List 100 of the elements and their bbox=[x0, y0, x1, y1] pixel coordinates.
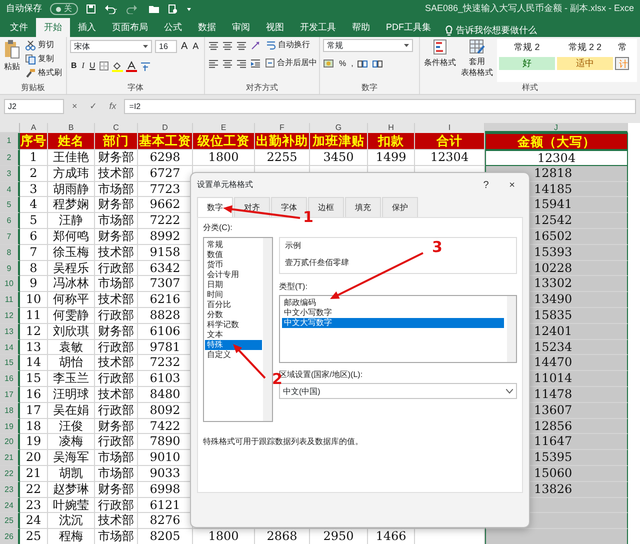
comma-button[interactable]: , bbox=[350, 58, 354, 70]
row-header[interactable]: 7 bbox=[0, 228, 20, 245]
align-middle-icon[interactable] bbox=[222, 40, 233, 50]
borders-icon[interactable] bbox=[99, 61, 110, 71]
decrease-decimal-icon[interactable] bbox=[372, 59, 384, 69]
row-header[interactable]: 15 bbox=[0, 355, 20, 372]
wrap-text-button[interactable]: 自动换行 bbox=[265, 39, 311, 51]
row-header[interactable]: 14 bbox=[0, 340, 20, 356]
dialog-tab[interactable]: 填充 bbox=[345, 197, 381, 217]
ribbon-tab[interactable]: 开始 bbox=[36, 18, 70, 37]
list-item[interactable]: 会计专用 bbox=[205, 270, 262, 280]
row-header[interactable]: 16 bbox=[0, 371, 20, 387]
row-header[interactable]: 4 bbox=[0, 182, 20, 198]
list-item[interactable]: 常规 bbox=[205, 240, 262, 250]
bold-button[interactable]: B bbox=[70, 60, 78, 72]
align-bottom-icon[interactable] bbox=[236, 40, 247, 50]
decrease-indent-icon[interactable] bbox=[250, 58, 261, 68]
autosave-toggle[interactable]: 关 bbox=[50, 3, 78, 15]
style-tile[interactable]: 常 bbox=[615, 41, 629, 54]
phonetic-icon[interactable] bbox=[140, 60, 152, 72]
row-header[interactable]: 10 bbox=[0, 276, 20, 292]
redo-icon[interactable] bbox=[126, 4, 140, 14]
row-header[interactable]: 1 bbox=[0, 133, 20, 150]
format-painter-button[interactable]: 格式刷 bbox=[24, 67, 63, 79]
ribbon-tab[interactable]: 页面布局 bbox=[104, 18, 156, 37]
row-header[interactable]: 5 bbox=[0, 197, 20, 214]
conditional-formatting-button[interactable]: 条件格式 bbox=[423, 39, 457, 82]
row-header[interactable]: 9 bbox=[0, 260, 20, 276]
ribbon-tab[interactable]: 文件 bbox=[2, 18, 36, 37]
save-icon[interactable] bbox=[86, 4, 96, 14]
format-as-table-button[interactable]: 套用 表格格式 bbox=[460, 39, 494, 82]
shrink-font-button[interactable]: A bbox=[192, 40, 200, 54]
list-item[interactable]: 中文大写数字 bbox=[282, 318, 504, 328]
row-header[interactable]: 12 bbox=[0, 308, 20, 324]
list-item[interactable]: 时间 bbox=[205, 290, 262, 300]
fill-color-icon[interactable] bbox=[112, 60, 124, 72]
list-item[interactable]: 百分比 bbox=[205, 300, 262, 310]
italic-button[interactable]: I bbox=[80, 60, 86, 72]
dialog-tab[interactable]: 对齐 bbox=[234, 197, 270, 217]
align-center-icon[interactable] bbox=[222, 58, 233, 68]
undo-icon[interactable] bbox=[104, 4, 118, 14]
percent-button[interactable]: % bbox=[338, 58, 348, 70]
ribbon-tab[interactable]: 帮助 bbox=[344, 18, 378, 37]
column-header[interactable]: A bbox=[20, 123, 48, 133]
list-item[interactable]: 日期 bbox=[205, 280, 262, 290]
locale-dropdown[interactable]: 中文(中国) bbox=[279, 383, 517, 399]
tablet-icon[interactable] bbox=[168, 4, 178, 14]
row-header[interactable]: 3 bbox=[0, 166, 20, 182]
row-header[interactable]: 17 bbox=[0, 386, 20, 403]
ribbon-tab[interactable]: 插入 bbox=[70, 18, 104, 37]
orientation-icon[interactable] bbox=[250, 40, 262, 50]
grow-font-button[interactable]: A bbox=[180, 39, 189, 54]
merge-center-button[interactable]: 合并后居中 bbox=[264, 57, 318, 69]
column-header[interactable]: D bbox=[138, 123, 193, 133]
list-item[interactable]: 科学记数 bbox=[205, 320, 262, 330]
list-item[interactable]: 特殊 bbox=[205, 340, 262, 350]
ribbon-tab[interactable]: PDF工具集 bbox=[378, 18, 439, 37]
dialog-tab[interactable]: 保护 bbox=[382, 197, 418, 217]
align-right-icon[interactable] bbox=[236, 58, 247, 68]
column-header[interactable]: G bbox=[310, 123, 368, 133]
row-header[interactable]: 11 bbox=[0, 292, 20, 308]
tell-me-search[interactable]: 告诉我你想要做什么 bbox=[456, 24, 537, 37]
column-header[interactable]: J bbox=[485, 123, 628, 133]
scrollbar[interactable] bbox=[263, 238, 272, 421]
ribbon-tab[interactable]: 审阅 bbox=[224, 18, 258, 37]
row-header[interactable]: 21 bbox=[0, 450, 20, 466]
category-list[interactable]: 常规 数值 货币 会计专用 日期 时间 百分比 分数 科学记数 文本 特殊 自定义 bbox=[203, 237, 273, 422]
cancel-button[interactable]: × bbox=[68, 100, 82, 114]
list-item[interactable]: 自定义 bbox=[205, 350, 262, 360]
list-item[interactable]: 数值 bbox=[205, 250, 262, 260]
row-header[interactable]: 25 bbox=[0, 513, 20, 530]
enter-button[interactable]: ✓ bbox=[85, 100, 102, 114]
row-header[interactable]: 18 bbox=[0, 402, 20, 419]
row-header[interactable]: 23 bbox=[0, 482, 20, 498]
row-header[interactable]: 2 bbox=[0, 150, 20, 166]
ribbon-tab[interactable]: 数据 bbox=[190, 18, 224, 37]
insert-function-button[interactable]: fx bbox=[105, 100, 120, 114]
font-size-field[interactable]: 16 bbox=[155, 40, 177, 53]
list-item[interactable]: 文本 bbox=[205, 330, 262, 340]
formula-field[interactable]: =I2 bbox=[124, 99, 636, 114]
name-box[interactable]: J2 bbox=[4, 99, 64, 114]
row-header[interactable]: 19 bbox=[0, 418, 20, 434]
font-color-icon[interactable] bbox=[126, 60, 138, 72]
currency-icon[interactable] bbox=[323, 59, 335, 69]
type-list[interactable]: 邮政编码 中文小写数字 中文大写数字 bbox=[279, 295, 517, 363]
ribbon-tab[interactable]: 视图 bbox=[258, 18, 292, 37]
row-header[interactable]: 24 bbox=[0, 498, 20, 514]
paste-button[interactable]: 粘贴 bbox=[3, 39, 21, 82]
style-tile[interactable]: 适中 bbox=[557, 57, 613, 70]
ribbon-tab[interactable]: 公式 bbox=[156, 18, 190, 37]
copy-button[interactable]: 复制 bbox=[24, 53, 63, 65]
column-header[interactable]: F bbox=[255, 123, 310, 133]
cut-button[interactable]: 剪切 bbox=[24, 39, 63, 51]
row-header[interactable]: 6 bbox=[0, 213, 20, 229]
list-item[interactable]: 分数 bbox=[205, 310, 262, 320]
dialog-tab[interactable]: 数字 bbox=[197, 197, 233, 217]
list-item[interactable]: 货币 bbox=[205, 260, 262, 270]
row-header[interactable]: 20 bbox=[0, 434, 20, 450]
underline-button[interactable]: U bbox=[88, 60, 96, 72]
column-header[interactable]: H bbox=[368, 123, 415, 133]
